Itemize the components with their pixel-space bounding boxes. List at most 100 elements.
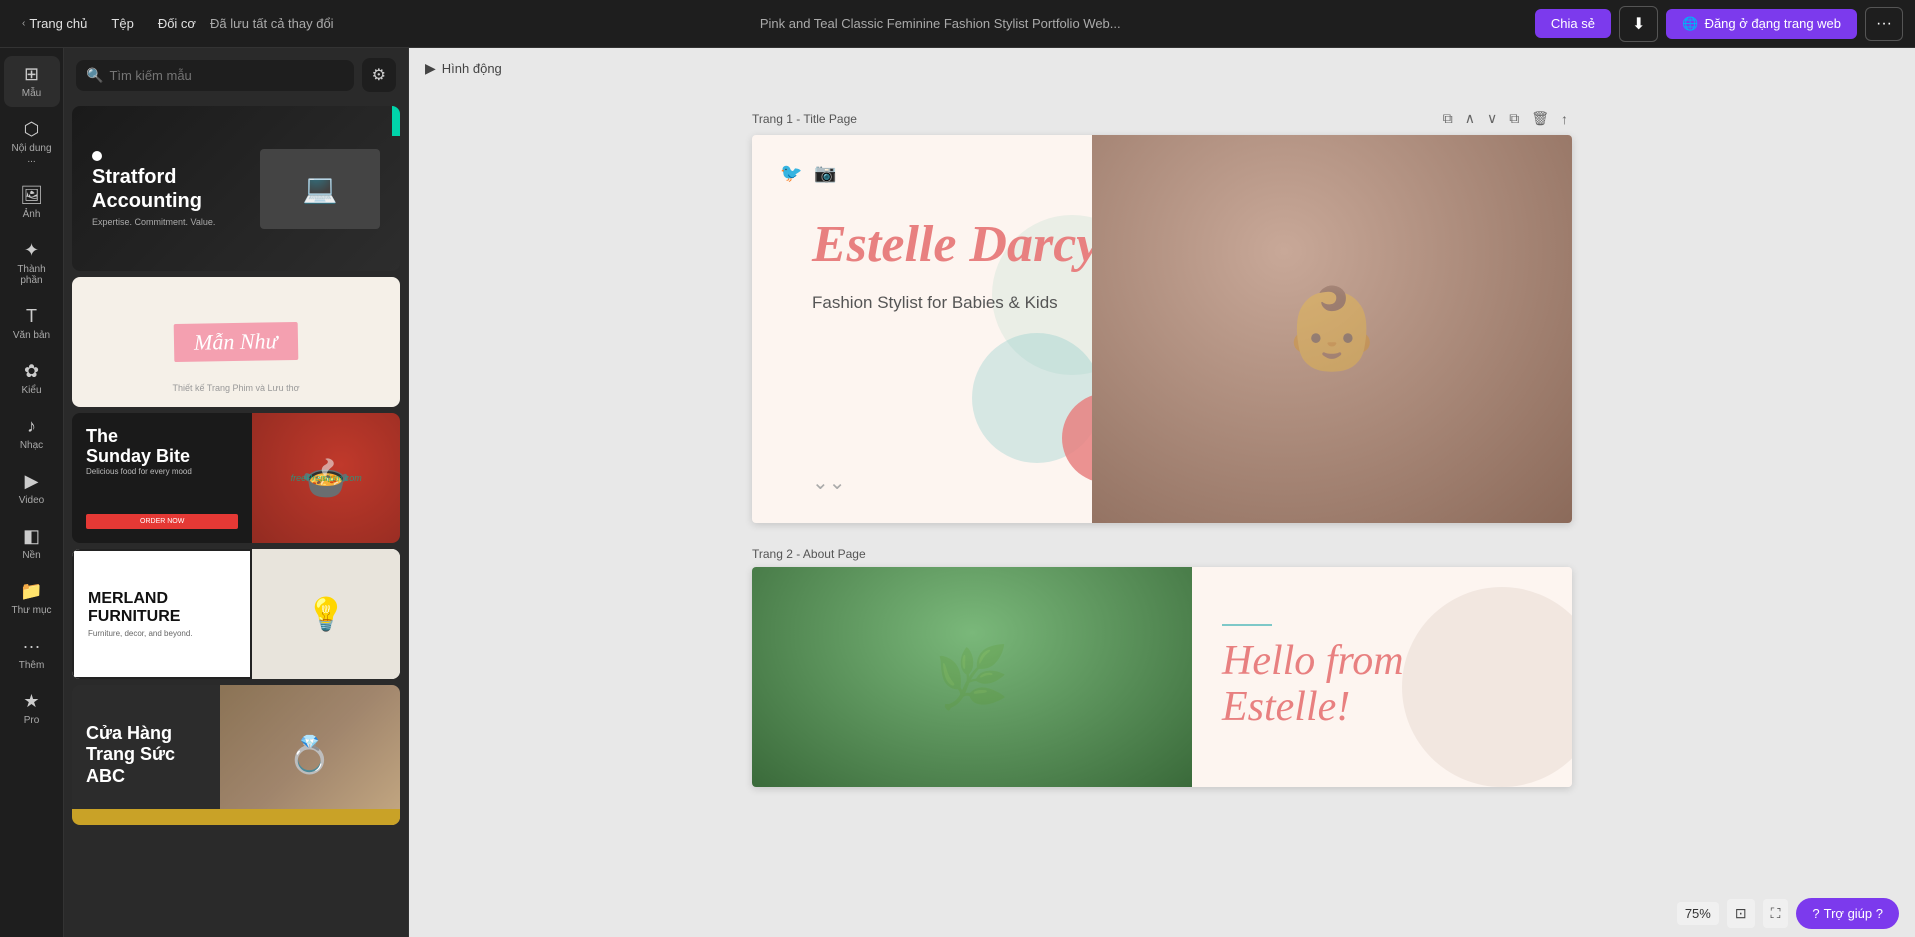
content-icon: ⬡ — [24, 119, 40, 140]
page1-copy-icon[interactable]: ⧉ — [1505, 108, 1523, 129]
fullscreen-button[interactable]: ⛶ — [1763, 899, 1789, 928]
search-input[interactable] — [109, 68, 343, 83]
adjust-button[interactable]: Đối cơ — [148, 10, 206, 37]
sidebar-item-kieu[interactable]: ✿ Kiểu — [4, 353, 60, 404]
sidebar-item-nhac[interactable]: ♪ Nhạc — [4, 408, 60, 459]
download-icon: ⬇ — [1632, 16, 1645, 33]
sidebar-item-video[interactable]: ▶ Video — [4, 463, 60, 514]
template-card-stratford[interactable]: StratfordAccounting Expertise. Commitmen… — [72, 106, 400, 271]
help-button[interactable]: ? Trợ giúp ? — [1796, 898, 1899, 929]
order-now-button[interactable]: ORDER NOW — [86, 514, 238, 529]
canvas-area: ▶ Hình động Trang 1 - Title Page ⧉ ∧ ∨ ⧉… — [409, 48, 1915, 937]
page2-title2-text: Estelle! — [1222, 684, 1350, 730]
page1-canvas[interactable]: 🐦 📷 Estelle Darcy Fashion Stylist for Ba… — [752, 135, 1572, 523]
page-label-2: Trang 2 - About Page — [752, 547, 1572, 561]
page1-add-page-icon[interactable]: ⧉ — [1439, 108, 1457, 129]
style-icon: ✿ — [24, 361, 39, 382]
help-label: Trợ giúp ? — [1824, 906, 1883, 921]
publish-button[interactable]: 🌐 Đăng ở đạng trang web — [1666, 9, 1857, 39]
page1-more-icon[interactable]: ↑ — [1557, 108, 1572, 129]
sidebar-label-thu-muc: Thư mục — [11, 605, 51, 616]
filter-button[interactable]: ⚙ — [362, 58, 396, 92]
sidebar-item-mau[interactable]: ⊞ Mẫu — [4, 56, 60, 107]
zoom-level: 75% — [1677, 902, 1719, 925]
page-label-1: Trang 1 - Title Page ⧉ ∧ ∨ ⧉ 🗑 ↑ — [752, 108, 1572, 129]
sidebar-item-nen[interactable]: ◧ Nền — [4, 518, 60, 569]
page-block-1: Trang 1 - Title Page ⧉ ∧ ∨ ⧉ 🗑 ↑ 🐦 📷 — [752, 108, 1572, 523]
page1-label-text: Trang 1 - Title Page — [752, 112, 857, 126]
instagram-icon[interactable]: 📷 — [814, 163, 836, 184]
sidebar-item-pro[interactable]: ★ Pro — [4, 683, 60, 734]
sunday-bite-title: TheSunday Bite — [86, 427, 238, 467]
tc1-text: StratfordAccounting Expertise. Commitmen… — [92, 151, 215, 227]
elements-icon: ✦ — [24, 240, 39, 261]
gold-bar — [72, 809, 400, 825]
page1-delete-icon[interactable]: 🗑 — [1527, 108, 1553, 129]
page1-social: 🐦 📷 — [780, 163, 837, 184]
page1-collapse-icon[interactable]: ∧ — [1461, 108, 1479, 129]
animation-label: Hình động — [442, 61, 502, 76]
stratford-subtitle: Expertise. Commitment. Value. — [92, 217, 215, 227]
music-icon: ♪ — [27, 416, 36, 437]
sidebar-label-van-ban: Văn bản — [13, 330, 50, 341]
man-nhu-subtitle: Thiết kế Trang Phim và Lưu thơ — [173, 383, 300, 393]
home-label: Trang chủ — [29, 16, 87, 31]
pro-icon: ★ — [23, 691, 39, 712]
merland-title: MERLANDFURNITURE — [88, 590, 236, 625]
more-options-button[interactable]: ··· — [1865, 7, 1903, 41]
background-icon: ◧ — [23, 526, 40, 547]
share-button[interactable]: Chia sẻ — [1535, 9, 1611, 38]
sidebar-item-van-ban[interactable]: T Văn bản — [4, 298, 60, 349]
sidebar-item-thu-muc[interactable]: 📁 Thư mục — [4, 573, 60, 624]
page1-subtitle: Fashion Stylist for Babies & Kids — [812, 293, 1058, 313]
sidebar-label-noi-dung: Nội dung ... — [8, 143, 56, 165]
main-area: ⊞ Mẫu ⬡ Nội dung ... 🖼 Ảnh ✦ Thành phần … — [0, 48, 1915, 937]
download-button[interactable]: ⬇ — [1619, 6, 1658, 42]
page1-photo-inner: 👶 — [1092, 135, 1572, 523]
fit-screen-button[interactable]: ⊡ — [1727, 899, 1755, 928]
icon-sidebar: ⊞ Mẫu ⬡ Nội dung ... 🖼 Ảnh ✦ Thành phần … — [0, 48, 64, 937]
template-card-sunday-bite[interactable]: TheSunday Bite Delicious food for every … — [72, 413, 400, 543]
man-nhu-title: Mẫn Như — [174, 322, 298, 362]
dot-icon — [92, 151, 102, 161]
sidebar-label-mau: Mẫu — [22, 88, 41, 99]
sidebar-item-noi-dung[interactable]: ⬡ Nội dung ... — [4, 111, 60, 173]
page1-expand-icon[interactable]: ∨ — [1483, 108, 1501, 129]
page1-chevron-icon: ⌄⌄ — [812, 470, 846, 495]
sidebar-item-them[interactable]: ··· Thêm — [4, 628, 60, 679]
sidebar-item-thanh-phan[interactable]: ✦ Thành phần — [4, 232, 60, 294]
filter-icon: ⚙ — [372, 67, 386, 84]
home-button[interactable]: ‹ Trang chủ — [12, 10, 97, 37]
page2-left-photo: 🌿 — [752, 567, 1192, 787]
sidebar-item-anh[interactable]: 🖼 Ảnh — [4, 177, 60, 228]
accent-bar — [392, 106, 400, 136]
animation-icon: ▶ — [425, 60, 436, 77]
topbar: ‹ Trang chủ Tệp Đối cơ Đã lưu tất cả tha… — [0, 0, 1915, 48]
template-card-man-nhu[interactable]: Mẫn Như Thiết kế Trang Phim và Lưu thơ — [72, 277, 400, 407]
publish-label: Đăng ở đạng trang web — [1705, 16, 1841, 31]
page2-canvas[interactable]: 🌿 Hello from Estelle! — [752, 567, 1572, 787]
video-icon: ▶ — [25, 471, 39, 492]
file-button[interactable]: Tệp — [101, 10, 143, 37]
sidebar-label-kieu: Kiểu — [21, 385, 41, 396]
template-card-merland[interactable]: MERLANDFURNITURE Furniture, decor, and b… — [72, 549, 400, 679]
autosave-label: Đã lưu tất cả thay đổi — [210, 16, 334, 31]
page-block-2: Trang 2 - About Page 🌿 Hello from Estell… — [752, 547, 1572, 787]
template-search-bar: 🔍 ⚙ — [64, 48, 408, 102]
cua-hang-title: Cửa HàngTrang SứcABC — [86, 723, 175, 788]
sidebar-label-anh: Ảnh — [23, 209, 41, 220]
page2-label-text: Trang 2 - About Page — [752, 547, 866, 561]
grid-icon: ⊞ — [24, 64, 39, 85]
bottom-bar: 75% ⊡ ⛶ ? Trợ giúp ? — [1661, 890, 1915, 937]
fit-screen-icon: ⊡ — [1735, 905, 1747, 921]
sunday-bite-right: 🍲 freePremium.com — [252, 413, 400, 543]
stratford-title: StratfordAccounting — [92, 165, 215, 213]
page2-bg-circle — [1402, 587, 1572, 787]
adjust-label: Đối cơ — [158, 16, 196, 31]
sidebar-label-nen: Nền — [22, 550, 40, 561]
template-card-cua-hang[interactable]: Cửa HàngTrang SứcABC 💍 — [72, 685, 400, 825]
twitter-icon[interactable]: 🐦 — [780, 163, 802, 184]
watermark: freePremium.com — [291, 473, 362, 483]
laptop-icon: 💻 — [260, 149, 380, 229]
search-input-wrap[interactable]: 🔍 — [76, 60, 354, 91]
